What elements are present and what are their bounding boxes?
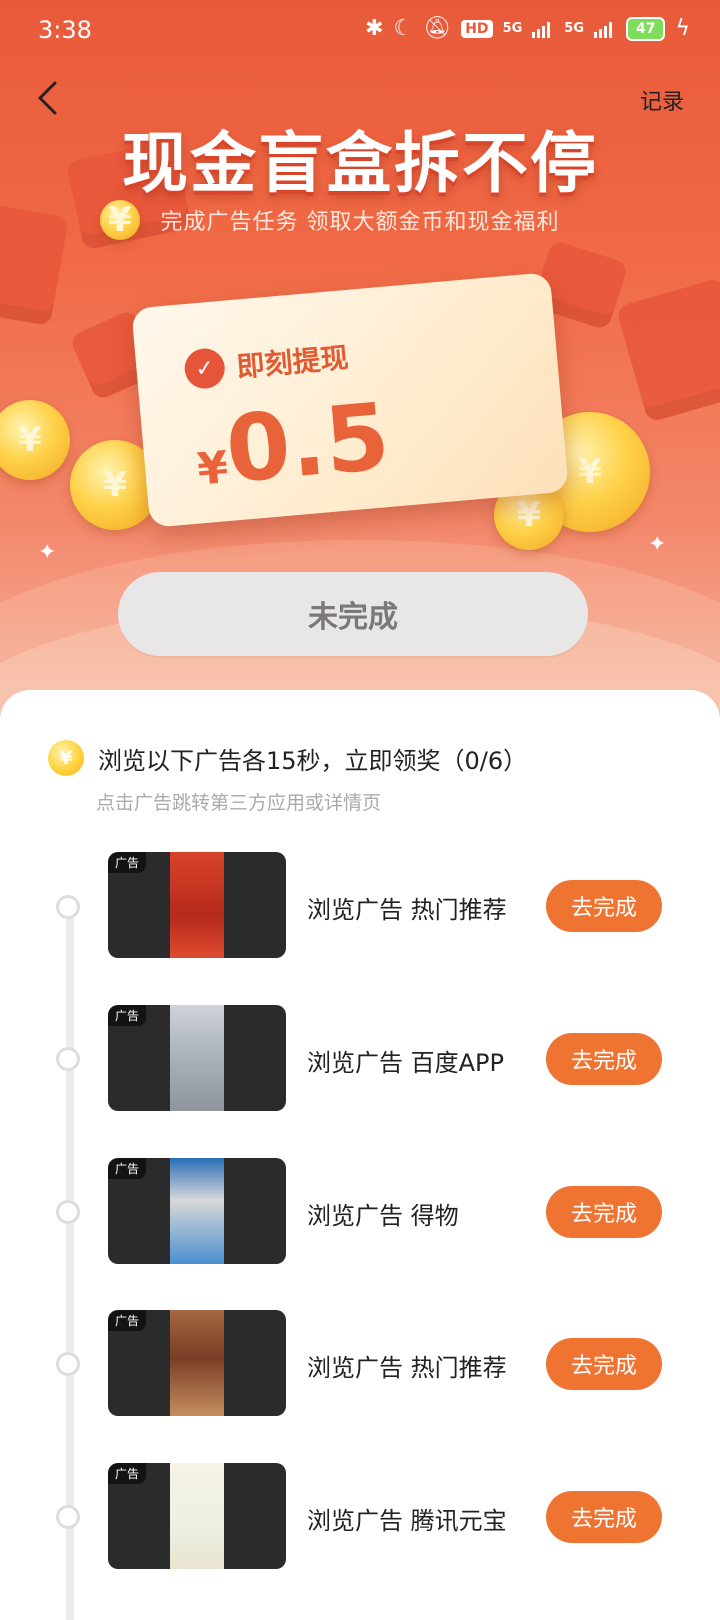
network-5g-label: 5G bbox=[564, 21, 584, 36]
complete-task-button[interactable]: 去完成 bbox=[546, 880, 662, 932]
task-label: 浏览广告 得物 bbox=[307, 1202, 459, 1230]
status-bar: 3:38 ✱ ☾ 🔕︎ HD 5G 5G 47 ϟ bbox=[0, 0, 720, 60]
task-label: 浏览广告 百度APP bbox=[307, 1049, 504, 1077]
red-envelope-decoration bbox=[615, 277, 720, 423]
signal-strength-icon bbox=[532, 21, 551, 38]
page-title: 现金盲盒拆不停 bbox=[122, 125, 598, 202]
status-icons: ✱ ☾ 🔕︎ HD 5G 5G 47 ϟ bbox=[365, 16, 690, 41]
card-label-group: ✓ 即刻提现 bbox=[183, 336, 350, 391]
ad-badge: 广告 bbox=[108, 1310, 147, 1331]
completion-status-button[interactable]: 未完成 bbox=[118, 572, 588, 656]
page-subtitle: 完成广告任务 领取大额金币和现金福利 bbox=[160, 210, 560, 235]
amount-value: 0.5 bbox=[221, 382, 394, 504]
bluetooth-icon: ✱ bbox=[365, 16, 384, 41]
currency-symbol: ¥ bbox=[195, 441, 231, 496]
ad-thumbnail[interactable]: 广告 bbox=[108, 1005, 286, 1111]
sparkle-icon: ✦ bbox=[648, 532, 667, 557]
ad-thumbnail[interactable]: 广告 bbox=[108, 1463, 286, 1569]
task-label: 浏览广告 热门推荐 bbox=[307, 1354, 507, 1382]
ad-preview-image bbox=[170, 1005, 224, 1111]
complete-task-button[interactable]: 去完成 bbox=[546, 1033, 662, 1085]
charging-icon: ϟ bbox=[675, 16, 690, 41]
sparkle-icon: ✦ bbox=[38, 540, 57, 565]
battery-indicator: 47 bbox=[626, 16, 666, 41]
cash-amount: ¥0.5 bbox=[191, 383, 393, 506]
task-header: ¥ 浏览以下广告各15秒，立即领奖（0/6） bbox=[48, 740, 527, 776]
coin-decoration bbox=[0, 400, 70, 480]
complete-task-button[interactable]: 去完成 bbox=[546, 1338, 662, 1390]
ad-thumbnail[interactable]: 广告 bbox=[108, 1158, 286, 1264]
task-item: 广告 浏览广告 热门推荐 去完成 bbox=[0, 1310, 720, 1420]
ad-badge: 广告 bbox=[108, 1158, 147, 1179]
complete-task-button[interactable]: 去完成 bbox=[546, 1186, 662, 1238]
ad-preview-image bbox=[170, 1158, 224, 1264]
coin-icon: ¥ bbox=[48, 740, 84, 776]
cash-withdraw-card: ✓ 即刻提现 ¥0.5 bbox=[131, 272, 569, 528]
ad-preview-image bbox=[170, 852, 224, 958]
network-5g-label: 5G bbox=[502, 21, 523, 36]
wechat-pay-icon: ✓ bbox=[183, 346, 227, 391]
task-item: 广告 浏览广告 百度APP 去完成 bbox=[0, 1005, 720, 1115]
ad-badge: 广告 bbox=[108, 1463, 147, 1484]
ad-preview-image bbox=[170, 1310, 224, 1416]
complete-task-button[interactable]: 去完成 bbox=[546, 1491, 662, 1543]
ad-thumbnail[interactable]: 广告 bbox=[108, 852, 286, 958]
task-panel: ¥ 浏览以下广告各15秒，立即领奖（0/6） 点击广告跳转第三方应用或详情页 广… bbox=[0, 690, 720, 1620]
task-title: 浏览以下广告各15秒，立即领奖（0/6） bbox=[98, 746, 528, 775]
mute-bell-icon: 🔕︎ bbox=[423, 16, 452, 41]
ad-badge: 广告 bbox=[108, 852, 147, 873]
task-label: 浏览广告 热门推荐 bbox=[307, 896, 507, 924]
task-label: 浏览广告 腾讯元宝 bbox=[307, 1507, 507, 1535]
ad-badge: 广告 bbox=[108, 1005, 147, 1026]
status-time: 3:38 bbox=[38, 16, 92, 44]
task-hint: 点击广告跳转第三方应用或详情页 bbox=[96, 792, 382, 814]
hd-badge: HD bbox=[461, 19, 493, 38]
task-item: 广告 浏览广告 热门推荐 去完成 bbox=[0, 852, 720, 962]
card-label: 即刻提现 bbox=[235, 341, 350, 384]
task-item: 广告 浏览广告 得物 去完成 bbox=[0, 1158, 720, 1268]
task-item: 广告 浏览广告 腾讯元宝 去完成 bbox=[0, 1463, 720, 1573]
do-not-disturb-moon-icon: ☾ bbox=[393, 16, 414, 41]
ad-thumbnail[interactable]: 广告 bbox=[108, 1310, 286, 1416]
signal-strength-icon bbox=[594, 21, 612, 38]
ad-preview-image bbox=[170, 1463, 224, 1569]
